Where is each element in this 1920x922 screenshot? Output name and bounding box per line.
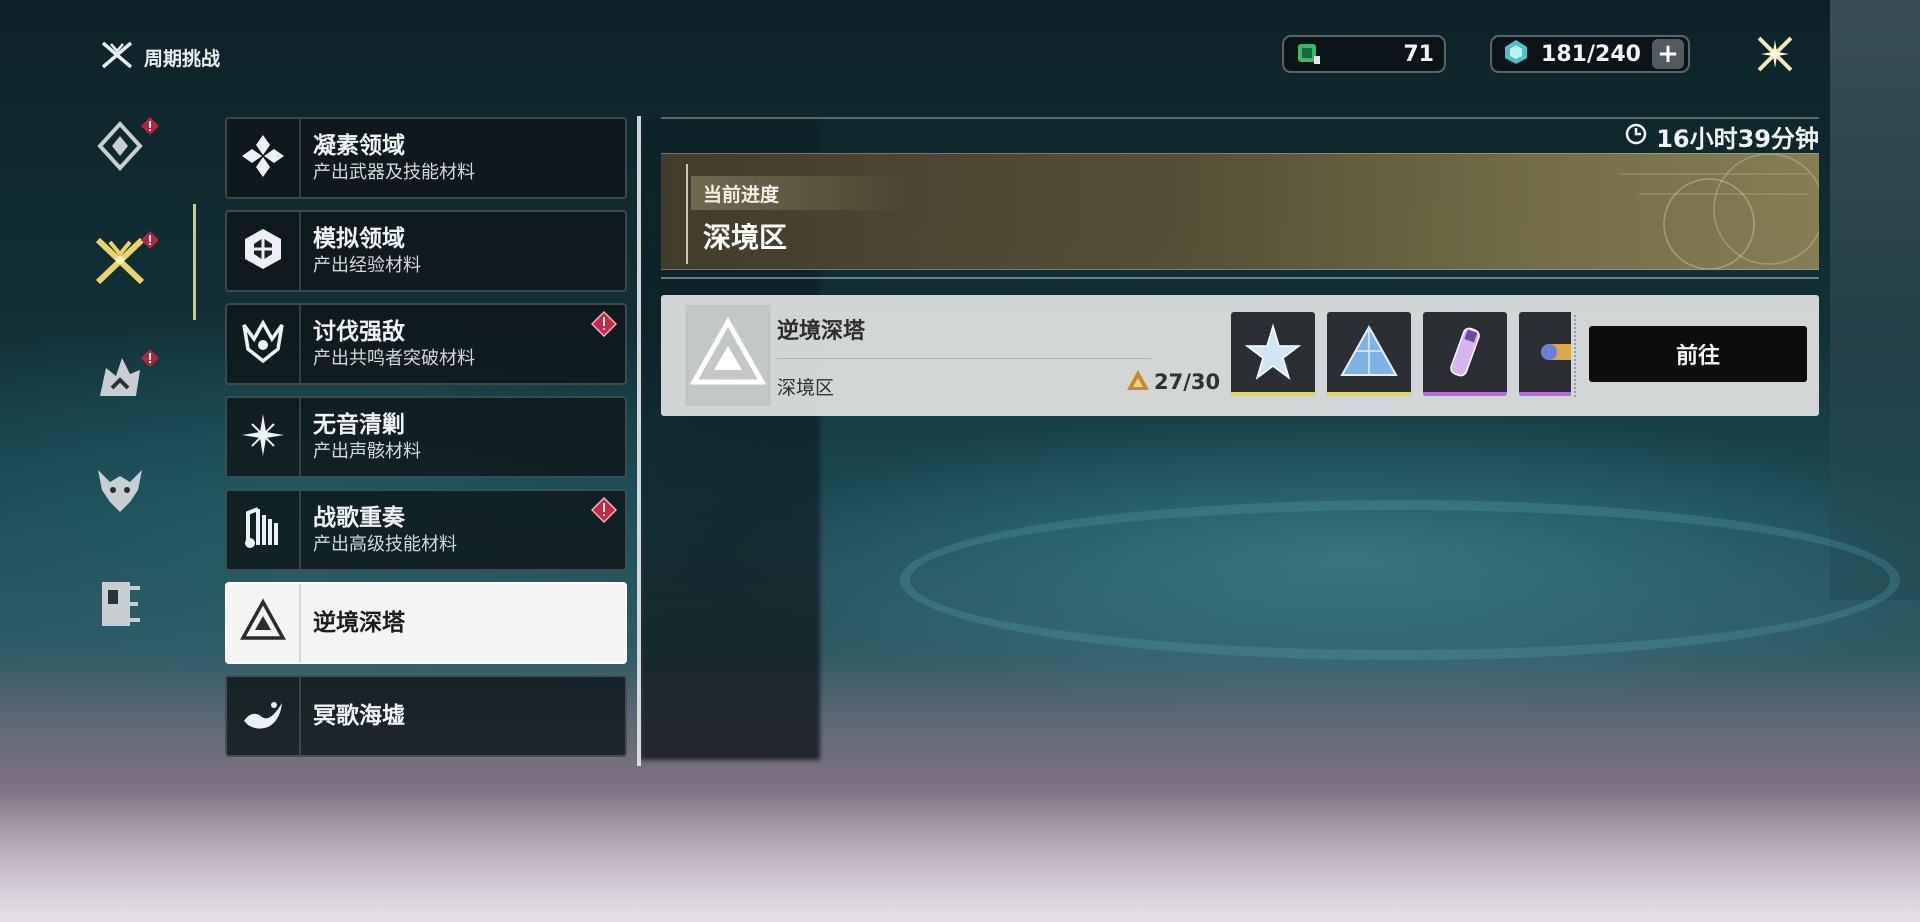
page-title: 周期挑战: [144, 47, 221, 70]
alert-badge-icon: [590, 310, 618, 338]
rail-item-holograms[interactable]: [92, 349, 159, 414]
category-item-tacet-field[interactable]: 无音清剿 产出声骸材料: [225, 396, 627, 478]
category-list: 凝素领域 产出武器及技能材料 模拟领域 产出经验材料 讨伐强敌 产出共鸣者突破材…: [225, 117, 627, 768]
category-name: 无音清剿: [313, 412, 405, 438]
progress-zone: 深境区: [703, 221, 788, 254]
page-header: 周期挑战: [100, 40, 220, 74]
category-item-forgery[interactable]: 凝素领域 产出武器及技能材料: [225, 117, 627, 199]
category-item-boss-challenge[interactable]: 讨伐强敌 产出共鸣者突破材料: [225, 303, 627, 385]
category-desc: 产出武器及技能材料: [313, 162, 475, 183]
rail-item-resonance[interactable]: [92, 117, 159, 182]
reward-rarity-bar: [1519, 392, 1571, 396]
crossed-swords-icon: [100, 40, 134, 74]
green-battery-icon: [1294, 38, 1322, 70]
currency-waveplate-plus[interactable]: 71: [1282, 35, 1446, 73]
alert-badge-icon: [140, 116, 160, 136]
reward-item[interactable]: [1519, 312, 1571, 396]
tower-entry-zone: 深境区: [777, 377, 835, 399]
alert-badge-icon: [590, 496, 618, 524]
star-crystal-icon: [1243, 322, 1303, 386]
add-currency-button[interactable]: +: [1651, 39, 1684, 69]
tower-entry-stars-value: 27/30: [1154, 370, 1221, 394]
section-divider: [661, 277, 1819, 279]
rail-item-boss[interactable]: [92, 462, 156, 526]
reward-rarity-bar: [1423, 392, 1507, 396]
wave-bird-icon: [240, 691, 286, 741]
alert-badge-icon: [140, 230, 160, 250]
category-name: 凝素领域: [313, 133, 405, 159]
category-desc: 产出共鸣者突破材料: [313, 348, 475, 369]
current-progress-banner: 当前进度 深境区: [661, 153, 1819, 270]
category-desc: 产出经验材料: [313, 255, 421, 276]
go-button-separator: [1574, 315, 1576, 397]
banner-accent-line: [686, 164, 688, 264]
dragon-head-icon: [92, 470, 148, 522]
star-burst-icon: [240, 412, 286, 462]
close-button[interactable]: [1753, 32, 1797, 76]
reward-list: [1231, 295, 1571, 416]
horned-crest-icon: [240, 319, 286, 369]
background-floor-ring: [900, 500, 1900, 660]
category-name: 模拟领域: [313, 226, 405, 252]
rail-item-gate[interactable]: [92, 576, 156, 640]
category-item-battle-song[interactable]: 战歌重奏 产出高级技能材料: [225, 489, 627, 571]
hex-core-icon: [240, 226, 286, 276]
currency-2-value: 181/240: [1541, 41, 1641, 67]
blue-prism-icon: [1338, 321, 1400, 387]
rail-item-periodic-challenge[interactable]: [92, 231, 159, 296]
category-desc: 产出高级技能材料: [313, 534, 457, 555]
category-list-scrollbar[interactable]: [637, 116, 641, 766]
category-name: 逆境深塔: [313, 610, 405, 636]
triangle-star-icon: [1126, 369, 1150, 395]
currency-1-value: 71: [1403, 41, 1434, 67]
category-desc: 产出声骸材料: [313, 441, 421, 462]
rail-active-indicator: [193, 204, 196, 320]
background-tree: [1830, 0, 1920, 600]
tower-entry-card[interactable]: 逆境深塔 深境区 27/30 前往: [661, 295, 1819, 416]
gate-icon: [92, 582, 148, 636]
gold-capsule-icon: [1531, 322, 1571, 386]
purple-tube-icon: [1435, 322, 1495, 386]
reward-item[interactable]: [1327, 312, 1411, 396]
category-item-tower-of-adversity[interactable]: 逆境深塔: [225, 582, 627, 664]
close-sparkle-icon: [1753, 36, 1797, 80]
reward-item[interactable]: [1423, 312, 1507, 396]
reward-rarity-bar: [1231, 392, 1315, 396]
reset-timer-text: 16小时39分钟: [1656, 124, 1819, 153]
tower-entry-title: 逆境深塔: [777, 319, 866, 344]
reward-rarity-bar: [1327, 392, 1411, 396]
triangle-tower-icon: [689, 316, 767, 396]
tower-entry-separator: [777, 358, 1151, 359]
triangle-tower-icon: [240, 598, 286, 648]
flame-mask-icon: [92, 358, 148, 410]
reset-timer: 16小时39分钟: [661, 117, 1819, 153]
go-button[interactable]: 前往: [1589, 326, 1807, 382]
category-item-simulation[interactable]: 模拟领域 产出经验材料: [225, 210, 627, 292]
progress-label: 当前进度: [703, 184, 780, 206]
alert-badge-icon: [140, 348, 160, 368]
category-name: 战歌重奏: [313, 505, 405, 531]
diamond-emblem-icon: [92, 121, 148, 178]
category-name: 冥歌海墟: [313, 703, 405, 729]
clock-icon: [1624, 122, 1648, 150]
cyan-crystal-icon: [1502, 38, 1530, 70]
category-item-depths[interactable]: 冥歌海墟: [225, 675, 627, 757]
currency-waveplate[interactable]: 181/240 +: [1490, 35, 1690, 73]
category-name: 讨伐强敌: [313, 319, 405, 345]
reward-item[interactable]: [1231, 312, 1315, 396]
banner-decoration: [1619, 154, 1819, 269]
tower-entry-stars: 27/30: [1126, 369, 1220, 395]
crossed-swords-icon: [92, 237, 148, 292]
crystal-cluster-icon: [240, 133, 286, 183]
music-bars-icon: [240, 505, 286, 555]
tower-entry-icon-box: [685, 305, 771, 406]
